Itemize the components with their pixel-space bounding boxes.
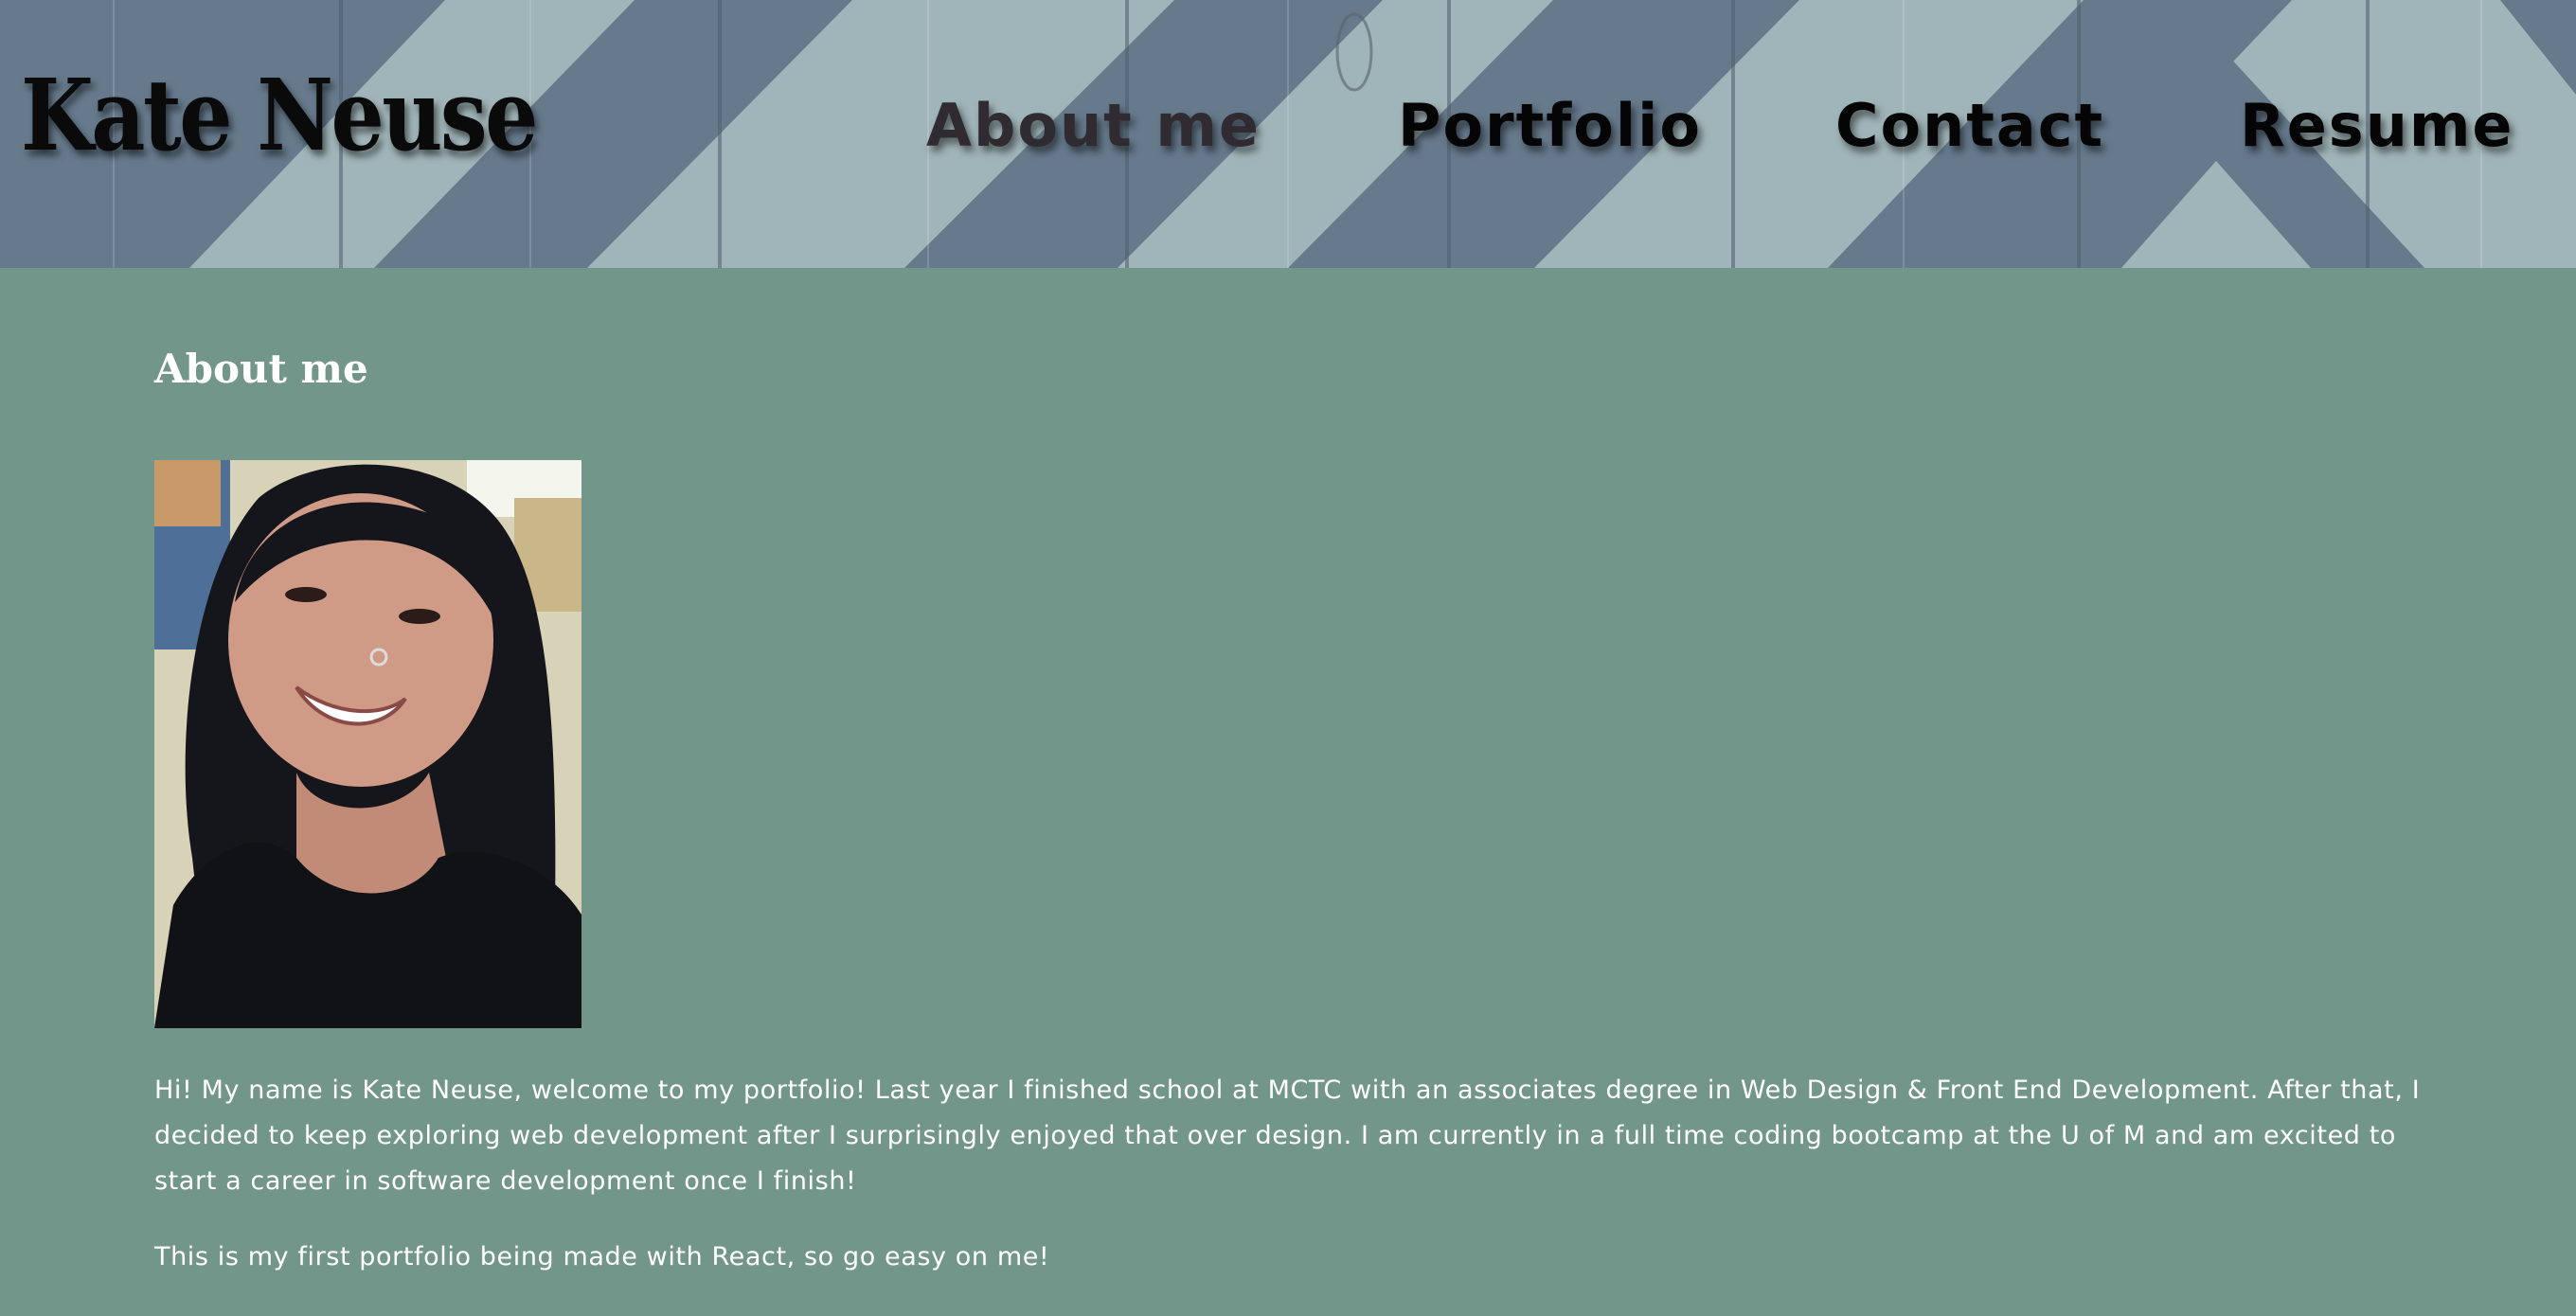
- nav-link-contact[interactable]: Contact: [1835, 91, 2104, 160]
- bio-paragraph: Hi! My name is Kate Neuse, welcome to my…: [154, 1076, 2421, 1196]
- bio-paragraph-react-note: This is my first portfolio being made wi…: [154, 1242, 1050, 1272]
- profile-photo-illustration: [154, 460, 581, 1028]
- profile-photo: [154, 460, 581, 1028]
- nav-link-about-me[interactable]: About me: [926, 91, 1261, 160]
- nav-link-portfolio[interactable]: Portfolio: [1398, 91, 1702, 160]
- page-title: About me: [154, 346, 368, 392]
- site-header: Kate Neuse About me Portfolio Contact Re…: [0, 0, 2576, 268]
- nav-link-resume[interactable]: Resume: [2240, 91, 2514, 160]
- site-brand-logo[interactable]: Kate Neuse: [21, 57, 538, 173]
